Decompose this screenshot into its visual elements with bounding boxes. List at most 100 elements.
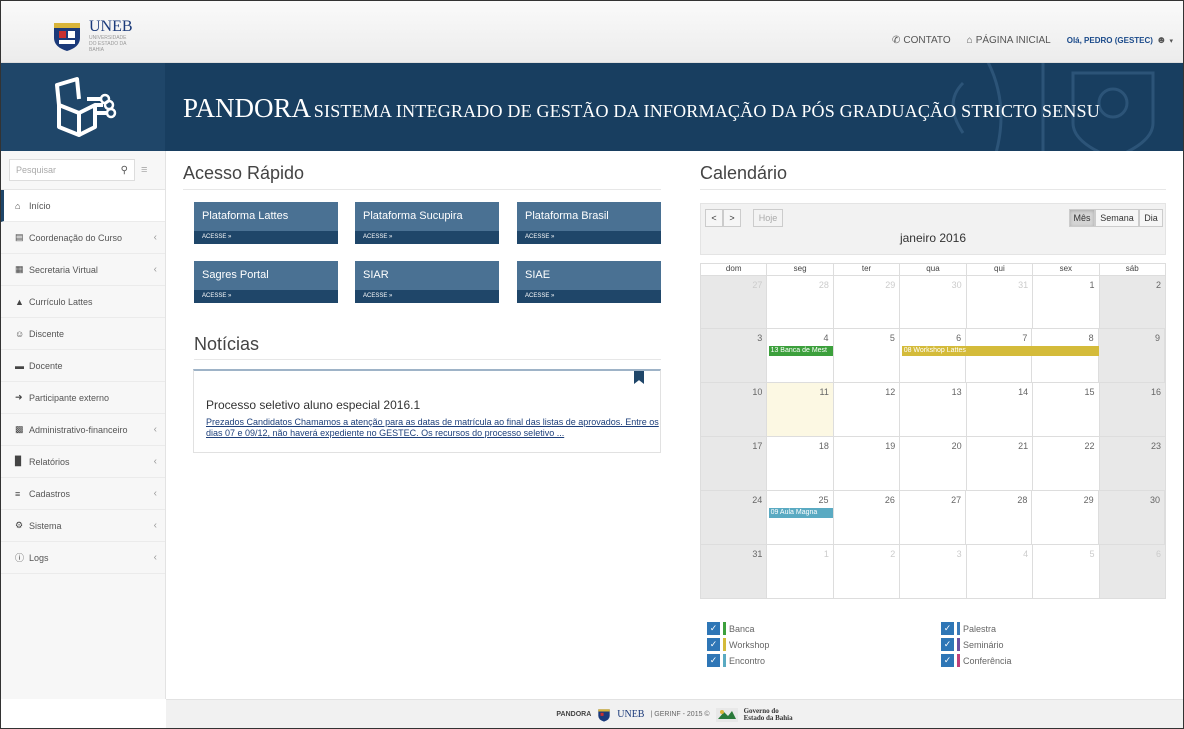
calendar-day-cell[interactable]: 31	[701, 545, 768, 598]
sidebar-item-cadastros[interactable]: ≡ Cadastros ‹	[1, 478, 165, 510]
user-menu[interactable]: Olá, PEDRO (GESTEC) ☻ ▾	[1067, 35, 1173, 46]
calendar-month-view-button[interactable]: Mês	[1069, 209, 1095, 227]
calendar-day-cell[interactable]: 27	[701, 276, 768, 328]
tile-siae[interactable]: SIAE ACESSE »	[517, 261, 661, 303]
calendar-day-cell[interactable]: 6	[1099, 545, 1165, 598]
calendar-day-cell[interactable]: 30	[900, 276, 967, 328]
calendar-day-number: 30	[1149, 495, 1160, 505]
sidebar-item-relatorios[interactable]: ▉ Relatórios ‹	[1, 446, 165, 478]
calendar-day-cell[interactable]: 29	[1032, 491, 1099, 544]
checkbox-checked-icon[interactable]: ✓	[707, 654, 720, 667]
sidebar-item-coordenacao[interactable]: ▤ Coordenação do Curso ‹	[1, 222, 165, 254]
tile-plataforma-brasil[interactable]: Plataforma Brasil ACESSE »	[517, 202, 661, 244]
checkbox-checked-icon[interactable]: ✓	[941, 654, 954, 667]
calendar-day-cell[interactable]: 14	[967, 383, 1034, 436]
search-input[interactable]: Pesquisar ⚲	[9, 159, 135, 181]
sidebar-toggle-icon[interactable]: ≡	[141, 164, 147, 176]
calendar-day-cell[interactable]: 2	[834, 545, 901, 598]
search-icon[interactable]: ⚲	[121, 165, 128, 176]
sidebar-item-discente[interactable]: ☺ Discente	[1, 318, 165, 350]
caret-down-icon: ▾	[1169, 37, 1173, 45]
calendar-day-cell[interactable]: 21	[967, 437, 1034, 490]
calendar-day-cell[interactable]: 28	[767, 276, 834, 328]
legend-item-seminario[interactable]: ✓ Seminário	[941, 638, 1012, 651]
home-link[interactable]: ⌂ PÁGINA INICIAL	[967, 35, 1051, 46]
calendar-day-view-button[interactable]: Dia	[1139, 209, 1163, 227]
tile-label: SIAR	[363, 269, 389, 281]
calendar-day-cell[interactable]: 12	[834, 383, 901, 436]
calendar-day-cell[interactable]: 16	[1099, 383, 1165, 436]
calendar-week-view-button[interactable]: Semana	[1095, 209, 1139, 227]
calendar-prev-button[interactable]: <	[705, 209, 723, 227]
calendar-day-cell[interactable]: 1	[767, 545, 834, 598]
calendar-day-cell[interactable]: 13	[900, 383, 967, 436]
calendar-day-cell[interactable]: 4	[967, 545, 1034, 598]
banner-title-main: PANDORA	[183, 93, 312, 123]
news-item-link[interactable]: Prezados Candidatos Chamamos a atenção p…	[206, 417, 661, 439]
tile-sagres-portal[interactable]: Sagres Portal ACESSE »	[194, 261, 338, 303]
calendar-day-number: 2	[1155, 280, 1161, 290]
calendar-week-row: 3 4 5 6 7 8 9 13 Banca de Mest 08 Workshop Latte…	[700, 329, 1166, 383]
sidebar-item-label: Relatórios	[29, 456, 70, 467]
calendar-event[interactable]: 09 Aula Magna	[768, 508, 834, 518]
calendar-day-cell[interactable]: 20	[900, 437, 967, 490]
sidebar-item-participante[interactable]: ➜ Participante externo	[1, 382, 165, 414]
legend-item-encontro[interactable]: ✓ Encontro	[707, 654, 769, 667]
legend-item-workshop[interactable]: ✓ Workshop	[707, 638, 769, 651]
calendar-day-cell[interactable]: 2	[1099, 276, 1165, 328]
sidebar-item-label: Cadastros	[29, 488, 71, 499]
calendar-day-number: 21	[1018, 441, 1029, 451]
legend-item-conferencia[interactable]: ✓ Conferência	[941, 654, 1012, 667]
calendar-event[interactable]: 08 Workshop Lattes	[901, 346, 1100, 356]
legend-item-banca[interactable]: ✓ Banca	[707, 622, 769, 635]
checkbox-checked-icon[interactable]: ✓	[707, 622, 720, 635]
sidebar-item-sistema[interactable]: ⚙ Sistema ‹	[1, 510, 165, 542]
calendar-day-cell[interactable]: 5	[1033, 545, 1100, 598]
calendar-day-cell[interactable]: 18	[767, 437, 834, 490]
calendar-day-cell[interactable]: 28	[966, 491, 1033, 544]
calendar-day-cell[interactable]: 31	[967, 276, 1034, 328]
calendar-week-row: 31 1 2 3 4 5 6	[700, 545, 1166, 599]
legend-color-bar	[723, 638, 726, 651]
calendar-day-cell[interactable]: 29	[834, 276, 901, 328]
tile-siar[interactable]: SIAR ACESSE »	[355, 261, 499, 303]
sidebar-item-secretaria[interactable]: ▦ Secretaria Virtual ‹	[1, 254, 165, 286]
checkbox-checked-icon[interactable]: ✓	[707, 638, 720, 651]
calendar-day-number: 11	[819, 387, 829, 397]
calendar-day-cell[interactable]: 17	[701, 437, 768, 490]
calendar-next-button[interactable]: >	[723, 209, 741, 227]
calendar-day-cell[interactable]: 3	[701, 329, 768, 382]
checkbox-checked-icon[interactable]: ✓	[941, 638, 954, 651]
calendar-today-button[interactable]: Hoje	[753, 209, 783, 227]
tile-plataforma-lattes[interactable]: Plataforma Lattes ACESSE »	[194, 202, 338, 244]
calendar-day-cell[interactable]: 27	[900, 491, 967, 544]
calendar-day-cell[interactable]: 30	[1098, 491, 1165, 544]
sidebar-item-administrativo[interactable]: ▩ Administrativo-financeiro ‹	[1, 414, 165, 446]
uneb-logo[interactable]: UNEB UNIVERSIDADE DO ESTADO DA BAHIA	[51, 19, 133, 53]
sidebar-item-inicio[interactable]: ⌂ Início	[1, 190, 165, 222]
calendar-day-number: 13	[951, 387, 962, 397]
calendar-day-cell[interactable]: 15	[1033, 383, 1100, 436]
calendar-day-cell[interactable]: 26	[834, 491, 900, 544]
sidebar-item-logs[interactable]: ⓘ Logs ‹	[1, 542, 165, 574]
tile-plataforma-sucupira[interactable]: Plataforma Sucupira ACESSE »	[355, 202, 499, 244]
calendar-day-cell[interactable]: 10	[701, 383, 768, 436]
calendar-day-cell[interactable]: 22	[1033, 437, 1100, 490]
legend-item-palestra[interactable]: ✓ Palestra	[941, 622, 1012, 635]
calendar-day-cell[interactable]: 9	[1098, 329, 1165, 382]
sidebar-item-docente[interactable]: ▬ Docente	[1, 350, 165, 382]
calendar-event[interactable]: 13 Banca de Mest	[768, 346, 834, 356]
calendar-day-cell[interactable]: 19	[834, 437, 901, 490]
calendar-grid: dom seg ter qua qui sex sáb 27 28 29 30 31 1 2…	[700, 263, 1166, 599]
calendar-day-cell[interactable]: 23	[1099, 437, 1165, 490]
sidebar-item-curriculo[interactable]: ▲ Currículo Lattes	[1, 286, 165, 318]
contact-link[interactable]: ✆ CONTATO	[892, 35, 951, 46]
calendar-day-cell[interactable]: 11	[767, 383, 834, 436]
legend-color-bar	[957, 638, 960, 651]
calendar-day-cell[interactable]: 5	[834, 329, 900, 382]
calendar-day-cell[interactable]: 1	[1033, 276, 1100, 328]
calendar-day-cell[interactable]: 24	[701, 491, 768, 544]
calendar-day-number: 1	[823, 549, 829, 559]
calendar-day-cell[interactable]: 3	[900, 545, 967, 598]
checkbox-checked-icon[interactable]: ✓	[941, 622, 954, 635]
